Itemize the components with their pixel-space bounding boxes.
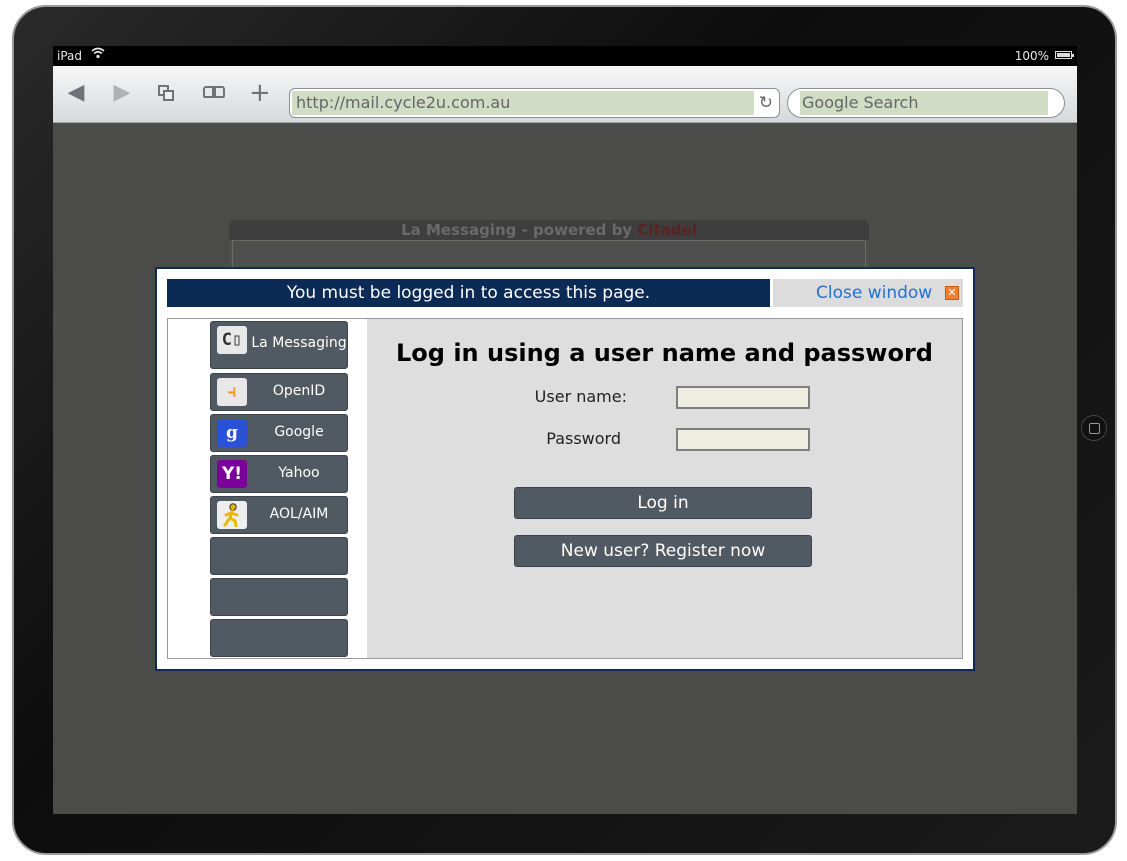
register-button[interactable]: New user? Register now: [514, 535, 812, 567]
password-label: Password: [546, 429, 621, 448]
login-body: C▯ La Messaging ⫞ OpenID g Google Y! Yah…: [167, 318, 963, 659]
provider-label: Yahoo: [278, 465, 320, 481]
pages-icon[interactable]: [155, 80, 179, 106]
provider-yahoo-button[interactable]: Y! Yahoo: [210, 455, 348, 493]
login-title: Log in using a user name and password: [396, 339, 933, 367]
provider-label: OpenID: [272, 383, 326, 399]
provider-openid-button[interactable]: ⫞ OpenID: [210, 373, 348, 411]
back-icon[interactable]: ◀: [65, 80, 87, 106]
close-window-link[interactable]: Close window: [816, 279, 932, 307]
screen: iPad 100% ◀ ▶ + http://mail.cycle2u.com.…: [53, 46, 1077, 814]
background-page-body: [232, 240, 866, 268]
home-button[interactable]: [1081, 415, 1107, 441]
bookmarks-icon[interactable]: [201, 80, 229, 106]
login-required-notice: You must be logged in to access this pag…: [167, 279, 770, 307]
provider-google-button[interactable]: g Google: [210, 414, 348, 452]
battery-icon: [1055, 51, 1074, 59]
provider-la-messaging-button[interactable]: C▯ La Messaging: [210, 321, 348, 369]
search-bar[interactable]: Google Search: [787, 88, 1065, 118]
browser-toolbar: ◀ ▶ + http://mail.cycle2u.com.au ↻ Googl…: [53, 66, 1077, 123]
citadel-icon: C▯: [217, 326, 247, 354]
address-bar[interactable]: http://mail.cycle2u.com.au ↻: [289, 88, 780, 118]
provider-label: Google: [274, 424, 324, 440]
background-page-panel: La Messaging - powered by Citadel: [229, 220, 869, 268]
provider-empty-button[interactable]: [210, 619, 348, 657]
provider-label: La Messaging: [251, 335, 347, 351]
google-icon: g: [217, 419, 247, 447]
search-input[interactable]: Google Search: [800, 91, 1048, 115]
add-bookmark-icon[interactable]: +: [249, 80, 271, 106]
close-icon[interactable]: ✕: [945, 286, 959, 300]
forward-icon[interactable]: ▶: [111, 80, 133, 106]
device-name: iPad: [57, 49, 83, 63]
status-bar: iPad 100%: [53, 46, 1077, 66]
reload-icon[interactable]: ↻: [759, 92, 773, 114]
background-title-brand: Citadel: [637, 221, 697, 239]
yahoo-icon: Y!: [217, 460, 247, 488]
username-input[interactable]: [676, 386, 810, 409]
wifi-icon: [91, 46, 105, 66]
login-button[interactable]: Log in: [514, 487, 812, 519]
background-page-title: La Messaging - powered by Citadel: [229, 220, 869, 240]
close-window-area: Close window ✕: [773, 279, 963, 307]
url-field[interactable]: http://mail.cycle2u.com.au: [292, 91, 754, 115]
openid-icon: ⫞: [217, 378, 247, 406]
provider-empty-button[interactable]: [210, 578, 348, 616]
provider-label: AOL/AIM: [269, 506, 329, 522]
background-title-text: La Messaging - powered by: [401, 221, 638, 239]
login-dialog: You must be logged in to access this pag…: [155, 267, 975, 671]
battery-percentage: 100%: [1014, 49, 1049, 63]
password-input[interactable]: [676, 428, 810, 451]
provider-aol-aim-button[interactable]: AOL/AIM: [210, 496, 348, 534]
provider-empty-button[interactable]: [210, 537, 348, 575]
username-label: User name:: [534, 387, 627, 406]
aol-aim-icon: [217, 501, 247, 529]
login-pane: Log in using a user name and password Us…: [367, 319, 962, 658]
